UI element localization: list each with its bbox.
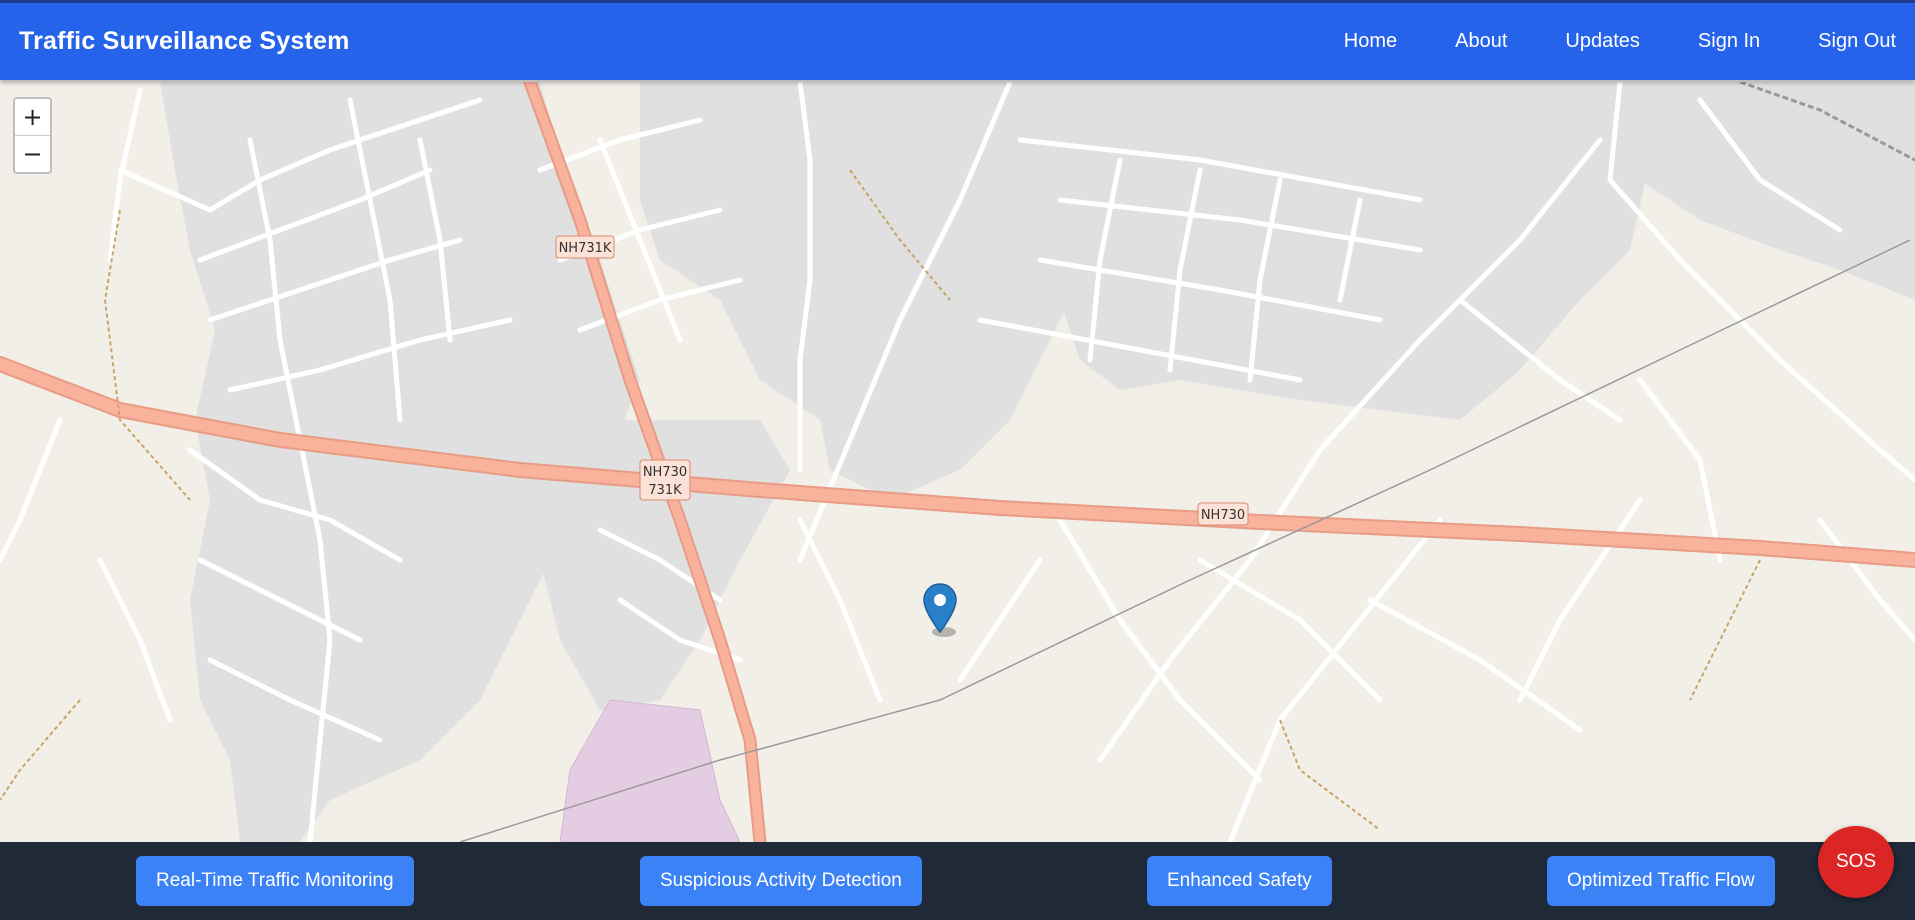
map-pin-icon[interactable]: [922, 582, 958, 638]
nav-sign-out-link[interactable]: Sign Out: [1818, 30, 1896, 53]
suspicious-activity-detection-button[interactable]: Suspicious Activity Detection: [640, 856, 922, 906]
nav-menu: Home About Updates Sign In Sign Out: [1344, 3, 1896, 80]
nav-sign-in-link[interactable]: Sign In: [1698, 30, 1760, 53]
nav-home-link[interactable]: Home: [1344, 30, 1397, 53]
road-label-nh730-a: NH730: [643, 465, 687, 480]
enhanced-safety-button[interactable]: Enhanced Safety: [1147, 856, 1332, 906]
zoom-control: + −: [13, 97, 52, 174]
feature-bar: Real-Time Traffic Monitoring Suspicious …: [0, 842, 1915, 920]
top-navbar: Traffic Surveillance System Home About U…: [0, 0, 1915, 80]
real-time-traffic-monitoring-button[interactable]: Real-Time Traffic Monitoring: [136, 856, 414, 906]
app-title: Traffic Surveillance System: [19, 27, 350, 55]
road-label-731k: 731K: [648, 483, 682, 498]
map-tiles: NH731K NH730 731K NH730: [0, 82, 1915, 842]
optimized-traffic-flow-button[interactable]: Optimized Traffic Flow: [1547, 856, 1775, 906]
map-view[interactable]: NH731K NH730 731K NH730: [0, 82, 1915, 842]
road-label-nh731k: NH731K: [559, 241, 612, 256]
sos-button[interactable]: SOS: [1818, 826, 1894, 898]
zoom-out-button[interactable]: −: [15, 135, 50, 171]
zoom-in-button[interactable]: +: [15, 99, 50, 135]
nav-about-link[interactable]: About: [1455, 30, 1507, 53]
institutional-area: [559, 699, 741, 842]
road-label-nh730-b: NH730: [1201, 508, 1245, 523]
nav-updates-link[interactable]: Updates: [1565, 30, 1640, 53]
